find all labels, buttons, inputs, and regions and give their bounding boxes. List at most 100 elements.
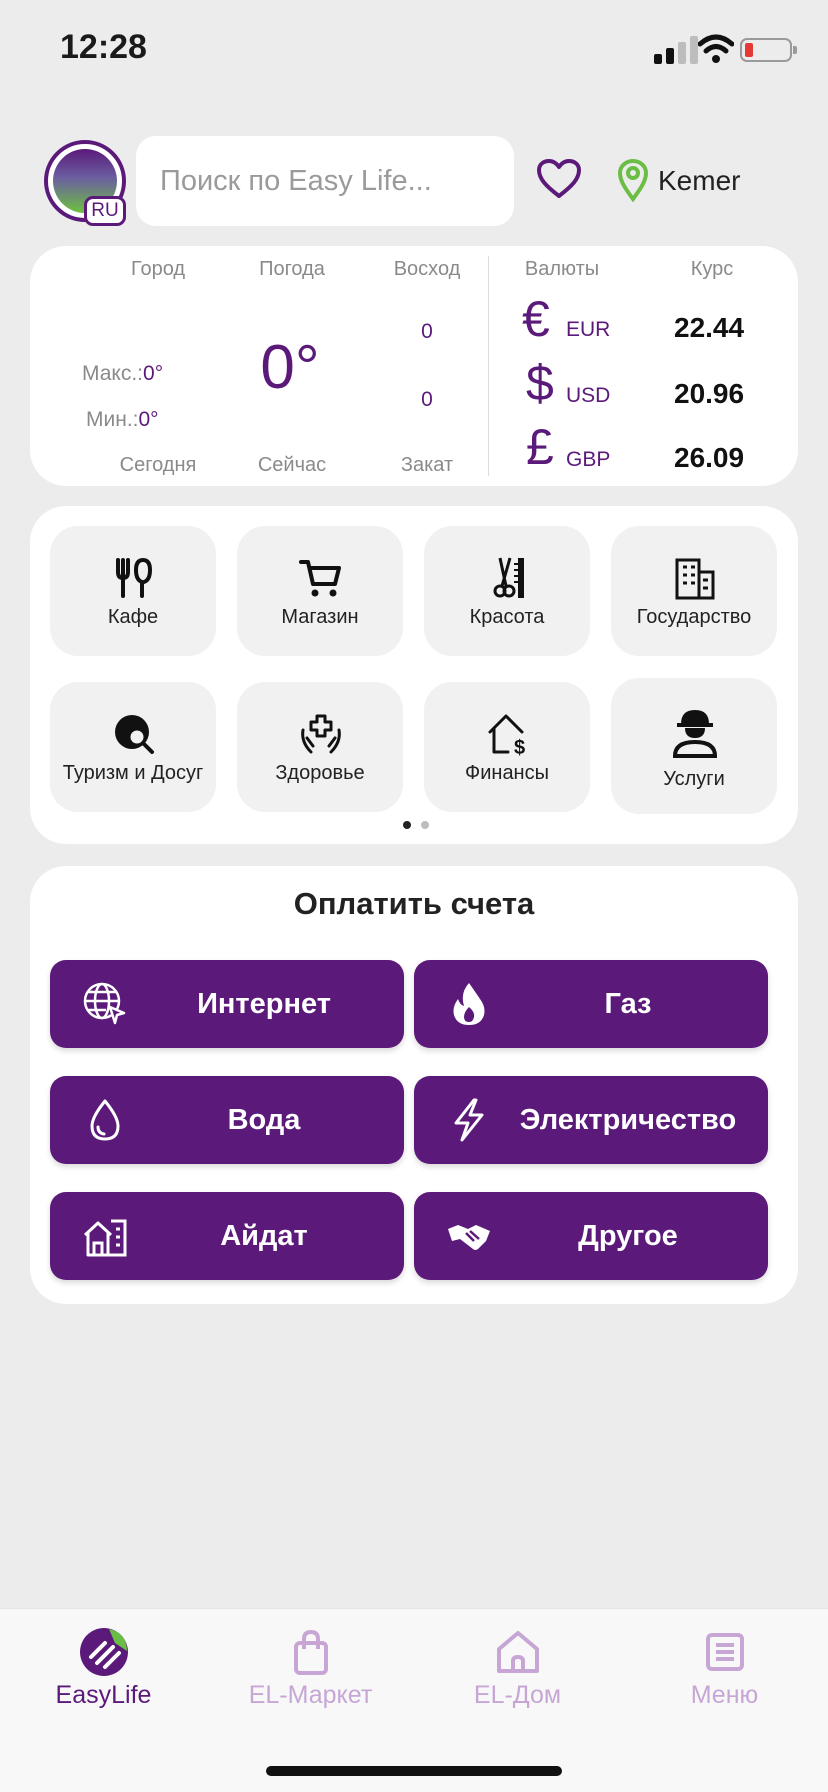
now-label: Сейчас [257,454,327,476]
currency-rate: 26.09 [674,442,745,473]
tab-label: Меню [690,1681,759,1709]
pay-label: Интернет [197,988,331,1020]
pay-label: Айдат [220,1220,308,1252]
globe-search-icon [115,715,154,754]
today-label: Сегодня [119,454,197,476]
page-indicator [398,816,434,834]
sunset-value: 0 [421,388,433,411]
easylife-logo-icon [80,1628,128,1676]
tab-market[interactable]: EL-Маркет [207,1609,414,1729]
dollar-icon: $ [526,355,554,411]
section-title: Оплатить счета [293,886,535,921]
sunset-label: Закат [400,454,454,476]
tab-label: EL-Маркет [248,1681,373,1709]
tab-menu[interactable]: Меню [621,1609,828,1729]
col-currency-label: Валюты [524,258,600,280]
city-label[interactable]: Kemer [658,165,740,197]
max-value: 0° [143,362,164,385]
pay-internet-button[interactable]: Интернет [50,960,404,1048]
category-cafe[interactable]: Кафе [50,526,216,656]
weather-currency-card: Город Погода Восход Макс.:0° Мин.:0° 0° … [30,246,798,486]
tab-label: EasyLife [55,1681,152,1709]
category-government[interactable]: Государство [611,526,777,656]
location-pin-icon[interactable] [616,158,650,202]
category-beauty[interactable]: Красота [424,526,590,656]
heart-icon[interactable] [536,158,582,200]
pay-label: Вода [227,1104,301,1136]
house-dollar-icon: $ [488,714,525,756]
col-weather-label: Погода [259,258,325,280]
pay-label: Газ [604,988,652,1020]
pay-aidat-button[interactable]: Айдат [50,1192,404,1280]
bag-icon [294,1629,328,1675]
pay-label: Другое [578,1220,678,1252]
max-label: Макс.: [82,362,144,385]
handshake-icon [448,1225,490,1250]
scissors-comb-icon [493,557,524,598]
language-badge[interactable]: RU [84,196,126,226]
bottom-tab-bar: EasyLife EL-Маркет EL-Дом Меню [0,1608,828,1792]
buildings-icon [83,1219,127,1257]
fork-spoon-icon [116,557,153,598]
pay-other-button[interactable]: Другое [414,1192,768,1280]
search-input[interactable]: Поиск по Easy Life... [136,136,514,226]
divider [488,256,489,476]
category-label: Магазин [281,606,359,628]
status-bar: 12:28 [0,0,828,100]
drop-icon [90,1099,120,1141]
wifi-icon [698,34,734,63]
category-finance[interactable]: $ Финансы [424,682,590,812]
flame-icon [453,983,485,1025]
svg-text:$: $ [514,737,525,756]
tab-easylife[interactable]: EasyLife [0,1609,207,1729]
currency-rate: 20.96 [674,378,745,409]
euro-icon: € [522,291,550,347]
cart-icon [299,560,341,597]
worker-icon [672,710,718,758]
min-temp: Мин.:0° [86,408,159,432]
globe-cursor-icon [83,982,126,1025]
col-sunrise-label: Восход [393,258,461,280]
health-hands-icon [301,714,341,754]
pay-electricity-button[interactable]: Электричество [414,1076,768,1164]
category-label: Государство [636,606,752,628]
page-dot-active[interactable] [403,821,411,829]
col-rate-label: Курс [690,258,734,280]
tab-home[interactable]: EL-Дом [414,1609,621,1729]
menu-list-icon [706,1633,744,1671]
status-time: 12:28 [60,28,147,66]
category-label: Финансы [465,762,549,784]
currency-rate: 22.44 [674,312,745,343]
pay-water-button[interactable]: Вода [50,1076,404,1164]
current-temp: 0° [260,333,320,402]
building-icon [675,558,715,600]
category-shop[interactable]: Магазин [237,526,403,656]
home-icon [497,1631,539,1673]
battery-icon [740,38,797,62]
cellular-signal-icon [654,36,698,64]
category-tourism[interactable]: Туризм и Досуг [50,682,216,812]
currency-code: GBP [566,448,611,471]
category-label: Услуги [663,768,725,790]
min-label: Мин.: [86,408,139,431]
currency-code: USD [566,384,611,407]
currency-code: EUR [566,318,611,341]
category-label: Здоровье [275,762,365,784]
home-indicator[interactable] [266,1766,562,1776]
category-label: Кафе [107,606,159,628]
pay-gas-button[interactable]: Газ [414,960,768,1048]
page-dot[interactable] [421,821,429,829]
category-label: Туризм и Досуг [62,762,204,784]
sunrise-value: 0 [421,320,433,343]
categories-card: Кафе Магазин Красота Государство Туризм … [30,506,798,844]
category-label: Красота [469,606,545,628]
min-value: 0° [138,408,159,431]
pound-icon: £ [526,419,554,475]
max-temp: Макс.:0° [82,362,163,386]
pay-label: Электричество [519,1104,737,1136]
pay-bills-card: Оплатить счета Интернет Газ Вода Электри… [30,866,798,1304]
category-health[interactable]: Здоровье [237,682,403,812]
category-services[interactable]: Услуги [611,678,777,814]
tab-label: EL-Дом [473,1681,562,1709]
lightning-icon [454,1098,484,1142]
